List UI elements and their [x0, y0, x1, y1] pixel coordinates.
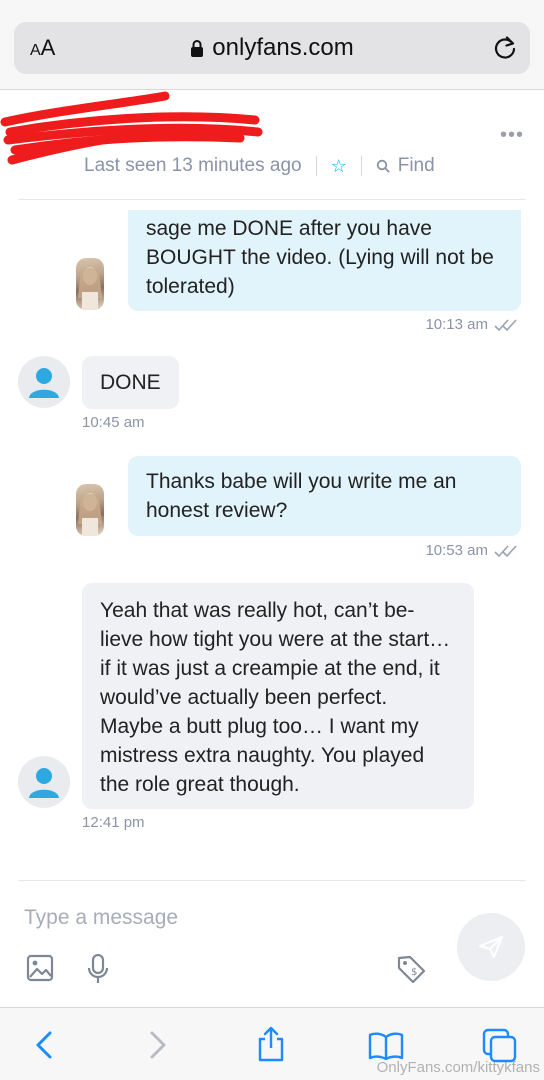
sender-avatar-thumbnail[interactable] — [76, 484, 104, 536]
user-icon — [29, 768, 59, 798]
last-seen-status: Last seen 13 minutes ago — [84, 155, 302, 176]
message-input[interactable]: Type a message — [24, 906, 178, 930]
message-bubble-outgoing[interactable]: Thanks babe will you write me an honest … — [128, 456, 521, 536]
message-bubble-incoming[interactable]: DONE — [82, 356, 179, 409]
send-button[interactable] — [457, 913, 525, 981]
back-icon[interactable] — [34, 1030, 54, 1065]
forward-icon[interactable] — [148, 1030, 168, 1065]
message-time: 10:13 am — [425, 316, 520, 333]
reload-icon[interactable] — [492, 34, 518, 67]
price-tag-icon[interactable]: $ — [396, 954, 426, 989]
address-bar[interactable]: AA onlyfans.com — [14, 22, 530, 74]
url-text: onlyfans.com — [212, 34, 354, 61]
message-time: 10:53 am — [425, 542, 520, 559]
read-checkmarks-icon — [494, 318, 517, 331]
find-label: Find — [397, 155, 435, 176]
read-checkmarks-icon — [494, 544, 517, 557]
message-time-text: 10:13 am — [425, 316, 488, 333]
watermark-text: OnlyFans.com/kittykfans — [376, 1059, 540, 1076]
image-icon[interactable] — [26, 954, 54, 987]
more-dots-icon[interactable]: ••• — [500, 124, 524, 147]
chat-header: ••• Last seen 13 minutes ago ☆ Find — [0, 90, 544, 202]
svg-text:$: $ — [411, 967, 417, 978]
contact-avatar[interactable] — [18, 756, 70, 808]
message-list[interactable]: sage me DONE after you have BOUGHT the v… — [0, 210, 544, 880]
message-time: 10:45 am — [82, 414, 145, 431]
browser-top-bar: AA onlyfans.com — [0, 0, 544, 90]
message-bubble-outgoing[interactable]: sage me DONE after you have BOUGHT the v… — [128, 210, 521, 311]
search-icon — [376, 159, 390, 173]
lock-icon — [190, 36, 204, 64]
divider — [18, 880, 526, 881]
divider — [18, 199, 526, 200]
microphone-icon[interactable] — [86, 953, 110, 989]
divider — [315, 156, 317, 176]
user-icon — [29, 368, 59, 398]
send-icon — [479, 936, 503, 958]
message-time-text: 10:53 am — [425, 542, 488, 559]
share-icon[interactable] — [256, 1026, 286, 1067]
message-time: 12:41 pm — [82, 814, 145, 831]
contact-avatar[interactable] — [18, 356, 70, 408]
star-icon[interactable]: ☆ — [331, 156, 347, 177]
sender-avatar-thumbnail[interactable] — [76, 258, 104, 310]
find-button[interactable]: Find — [376, 155, 435, 177]
message-bubble-incoming[interactable]: Yeah that was really hot, can’t be-lieve… — [82, 583, 474, 809]
divider — [360, 156, 362, 176]
browser-toolbar: OnlyFans.com/kittykfans — [0, 1007, 544, 1080]
